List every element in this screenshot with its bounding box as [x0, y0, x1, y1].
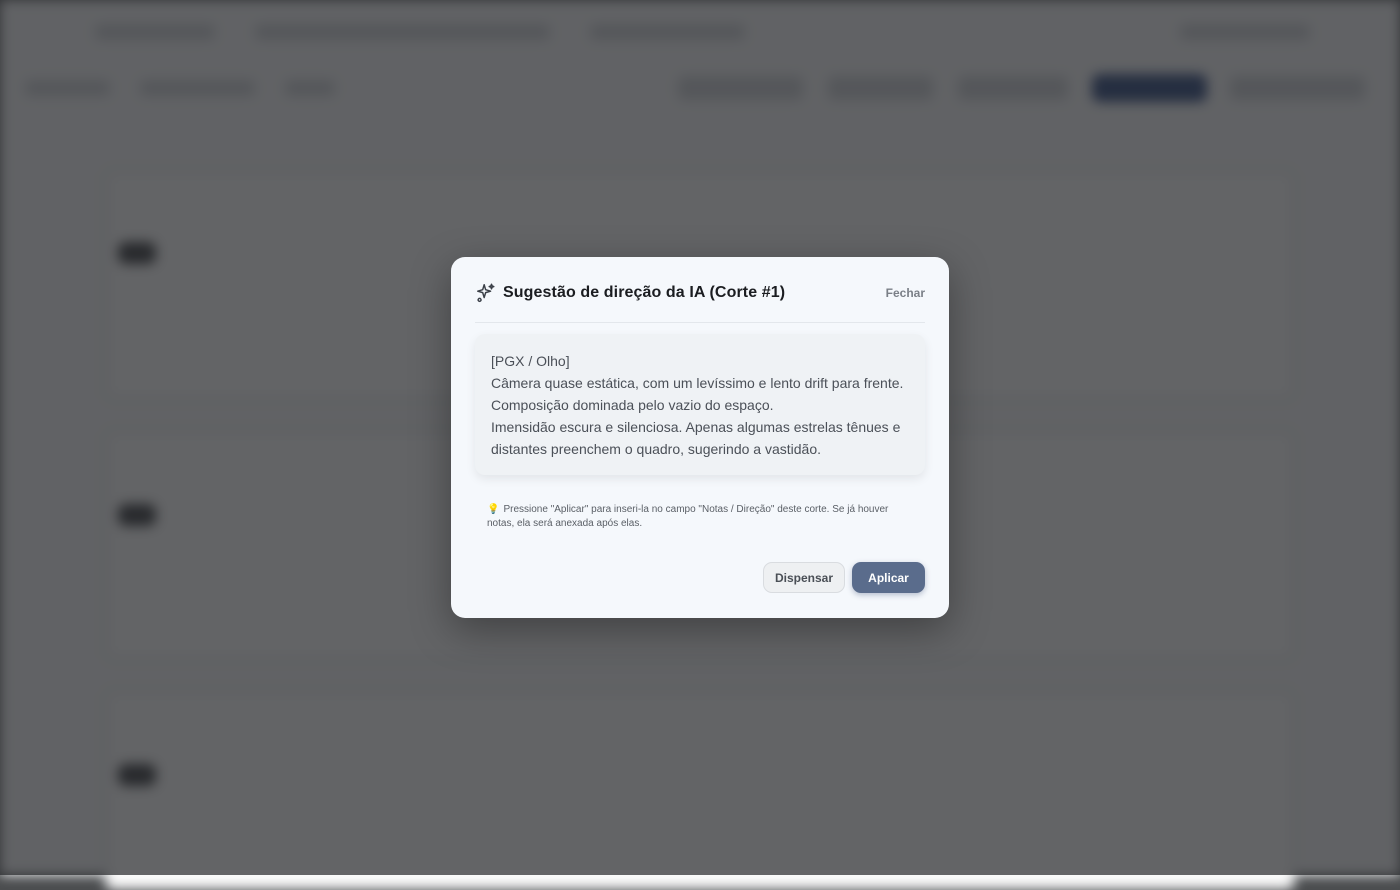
lightbulb-icon: 💡: [487, 504, 500, 515]
apply-button[interactable]: Aplicar: [852, 562, 925, 593]
ai-suggestion-dialog: Sugestão de direção da IA (Corte #1) Fec…: [451, 257, 949, 618]
apply-hint: 💡 Pressione "Aplicar" para inseri-la no c…: [487, 503, 917, 531]
suggestion-text-box: [PGX / Olho] Câmera quase estática, com …: [475, 334, 925, 475]
hint-text: Pressione "Aplicar" para inseri-la no ca…: [487, 504, 889, 529]
dismiss-button[interactable]: Dispensar: [763, 562, 845, 593]
suggestion-line: Câmera quase estática, com um levíssimo …: [491, 375, 904, 391]
close-button[interactable]: Fechar: [886, 286, 925, 300]
suggestion-line: [PGX / Olho]: [491, 353, 570, 369]
sparkle-icon: [475, 282, 497, 304]
suggestion-line: Imensidão escura e silenciosa. Apenas al…: [491, 419, 901, 457]
suggestion-line: Composição dominada pelo vazio do espaço…: [491, 397, 774, 413]
dialog-title: Sugestão de direção da IA (Corte #1): [503, 283, 786, 301]
dialog-header: Sugestão de direção da IA (Corte #1) Fec…: [475, 275, 925, 323]
